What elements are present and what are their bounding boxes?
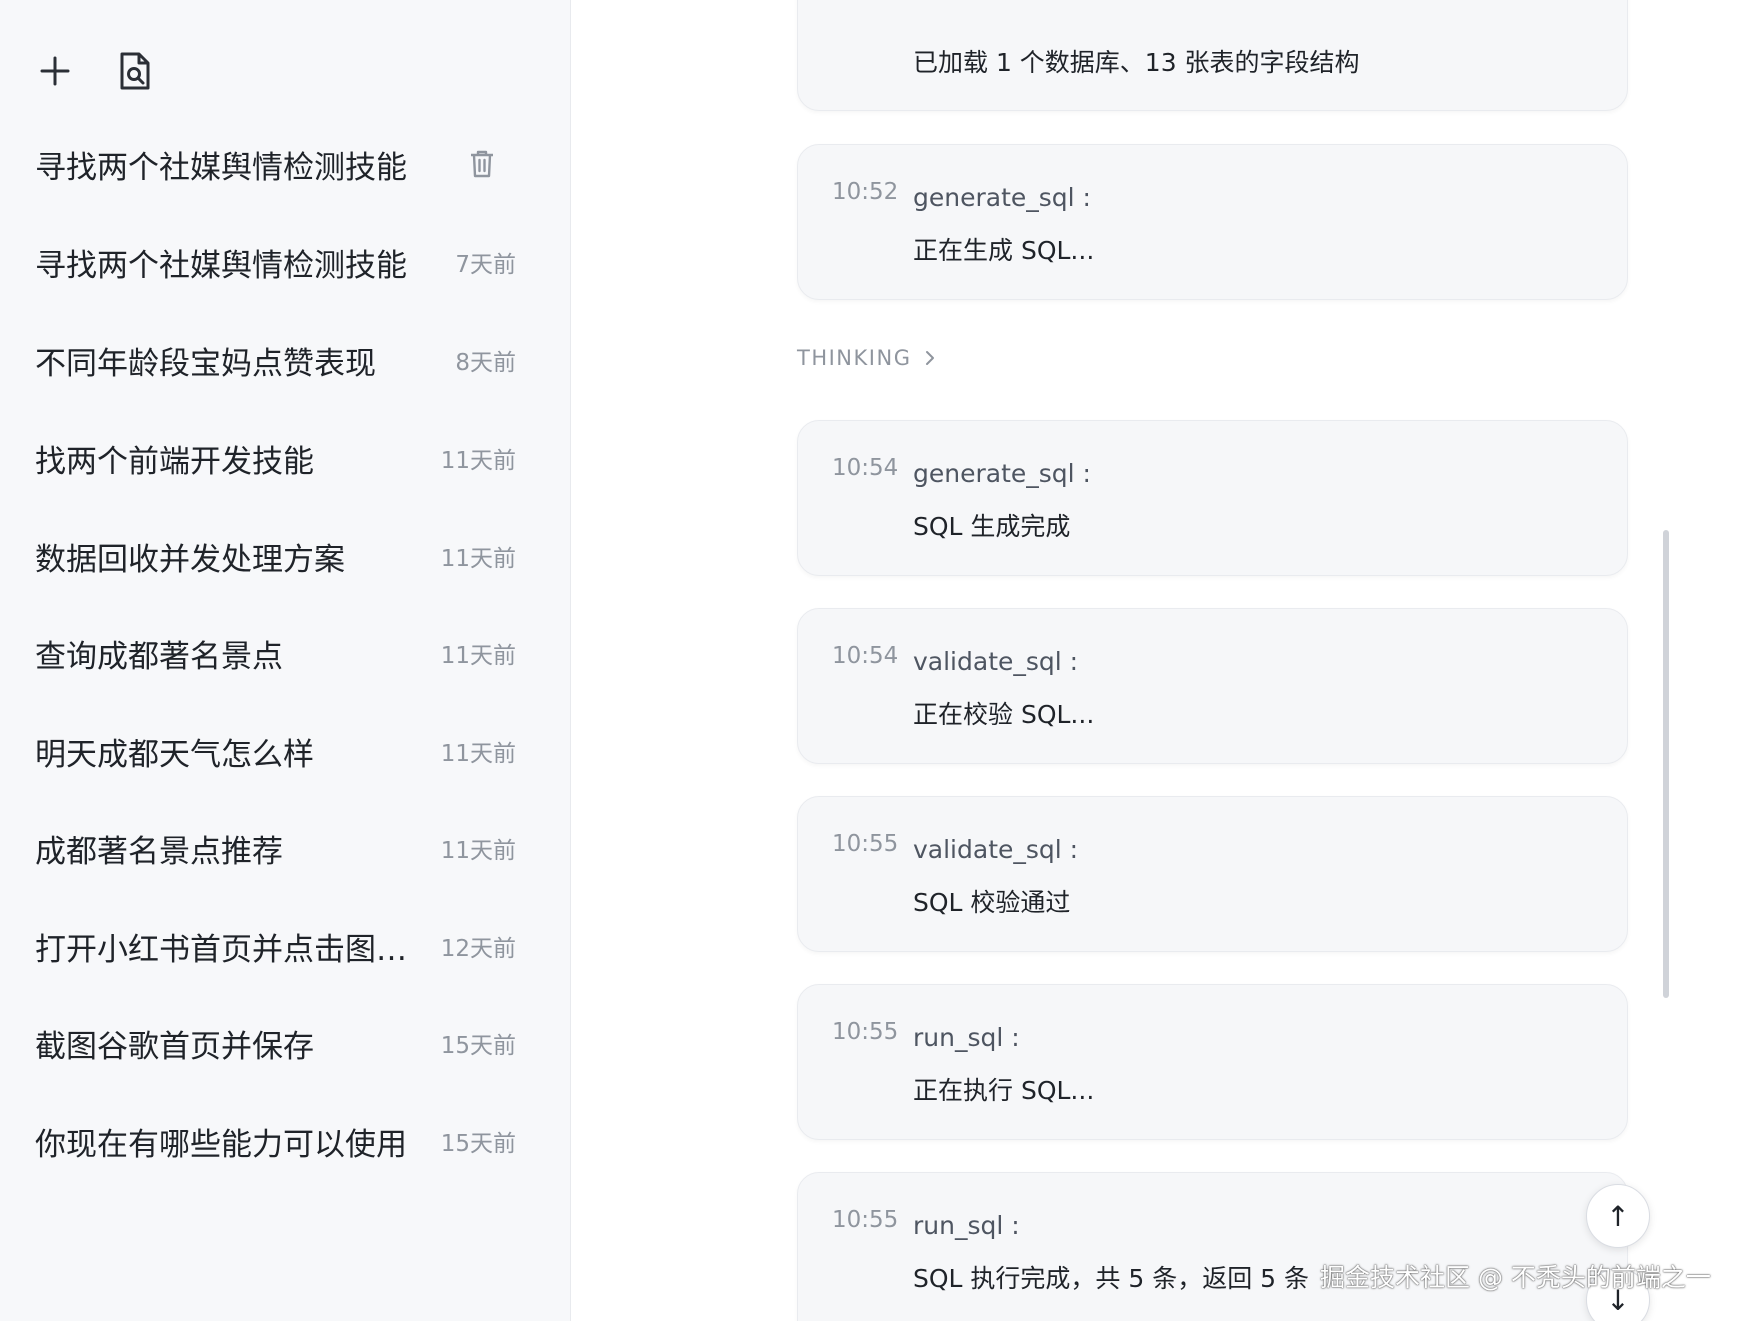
scroll-to-top-button[interactable]: ↑	[1586, 1184, 1650, 1248]
history-item-time: 7天前	[455, 252, 516, 278]
history-item[interactable]: 寻找两个社媒舆情检测技能 7天前	[20, 222, 520, 302]
step-card: 10:55 run_sql : 正在执行 SQL...	[797, 984, 1628, 1140]
history-item-title: 数据回收并发处理方案	[35, 541, 345, 578]
step-card: 10:55 run_sql : SQL 执行完成，共 5 条，返回 5 条	[797, 1172, 1628, 1321]
step-card: 10:52 generate_sql : 正在生成 SQL...	[797, 144, 1628, 300]
step-message: 已加载 1 个数据库、13 张表的字段结构	[913, 48, 1360, 77]
step-tool-name: run_sql :	[913, 1023, 1020, 1052]
step-message: 正在执行 SQL...	[913, 1076, 1095, 1105]
thinking-toggle[interactable]: THINKING	[797, 346, 935, 370]
step-time: 10:52	[832, 179, 899, 205]
chevron-right-icon	[926, 351, 935, 365]
history-item[interactable]: 你现在有哪些能力可以使用 15天前	[20, 1101, 520, 1181]
history-item-time: 11天前	[440, 448, 516, 474]
history-item[interactable]: 成都著名景点推荐 11天前	[20, 808, 520, 888]
thinking-label: THINKING	[797, 346, 912, 370]
step-tool-name: validate_sql :	[913, 835, 1079, 864]
history-item[interactable]: 不同年龄段宝妈点赞表现 8天前	[20, 320, 520, 400]
history-item[interactable]: 打开小红书首页并点击图文... 12天前	[20, 906, 520, 986]
history-item-title: 打开小红书首页并点击图文...	[35, 931, 423, 968]
trash-icon	[471, 150, 493, 178]
new-chat-button[interactable]	[28, 44, 82, 98]
step-card: 10:55 validate_sql : SQL 校验通过	[797, 796, 1628, 952]
history-item[interactable]: 查询成都著名景点 11天前	[20, 613, 520, 693]
step-message: 正在校验 SQL...	[913, 700, 1095, 729]
history-item-title: 寻找两个社媒舆情检测技能	[35, 247, 407, 284]
history-item-title: 不同年龄段宝妈点赞表现	[35, 345, 376, 382]
history-item-time: 11天前	[440, 643, 516, 669]
history-item-time: 12天前	[440, 936, 516, 962]
delete-history-button[interactable]	[466, 147, 498, 181]
history-item[interactable]: 寻找两个社媒舆情检测技能	[20, 124, 520, 204]
history-item-time: 15天前	[440, 1033, 516, 1059]
step-time: 10:55	[832, 831, 899, 857]
history-item-time: 11天前	[440, 546, 516, 572]
history-item[interactable]: 明天成都天气怎么样 11天前	[20, 711, 520, 791]
document-search-icon	[120, 52, 150, 90]
step-card: 10:54 validate_sql : 正在校验 SQL...	[797, 608, 1628, 764]
step-tool-name: run_sql :	[913, 1211, 1020, 1240]
step-card: 10:54 generate_sql : SQL 生成完成	[797, 420, 1628, 576]
step-time: 10:55	[832, 1019, 899, 1045]
chat-panel: 已加载 1 个数据库、13 张表的字段结构 10:52 generate_sql…	[571, 0, 1737, 1321]
history-item[interactable]: 数据回收并发处理方案 11天前	[20, 516, 520, 596]
sidebar: 寻找两个社媒舆情检测技能 寻找两个社媒舆情检测技能 7天前 不同年龄段宝妈点赞表…	[0, 0, 571, 1321]
plus-icon	[40, 56, 70, 86]
history-item[interactable]: 找两个前端开发技能 11天前	[20, 418, 520, 498]
step-time: 10:54	[832, 643, 899, 669]
history-item-title: 寻找两个社媒舆情检测技能	[35, 149, 407, 186]
step-tool-name: generate_sql :	[913, 459, 1091, 488]
history-item-title: 明天成都天气怎么样	[35, 736, 314, 773]
search-history-button[interactable]	[108, 44, 162, 98]
history-item-title: 查询成都著名景点	[35, 638, 283, 675]
step-time: 10:54	[832, 455, 899, 481]
step-tool-name: generate_sql :	[913, 183, 1091, 212]
scrollbar-thumb[interactable]	[1663, 530, 1669, 998]
history-item-time: 11天前	[440, 838, 516, 864]
step-message: 正在生成 SQL...	[913, 236, 1095, 265]
step-tool-name: validate_sql :	[913, 647, 1079, 676]
history-item-time: 11天前	[440, 741, 516, 767]
step-message: SQL 执行完成，共 5 条，返回 5 条	[913, 1264, 1310, 1293]
step-time: 10:55	[832, 1207, 899, 1233]
history-item-time: 8天前	[455, 350, 516, 376]
watermark: 掘金技术社区 @ 不秃头的前端之一	[1320, 1263, 1711, 1292]
step-message: SQL 生成完成	[913, 512, 1071, 541]
history-item-title: 成都著名景点推荐	[35, 833, 283, 870]
history-item[interactable]: 截图谷歌首页并保存 15天前	[20, 1003, 520, 1083]
history-item-time: 15天前	[440, 1131, 516, 1157]
step-card-load-schema: 已加载 1 个数据库、13 张表的字段结构	[797, 0, 1628, 111]
history-item-title: 你现在有哪些能力可以使用	[35, 1126, 407, 1163]
step-message: SQL 校验通过	[913, 888, 1071, 917]
arrow-up-icon: ↑	[1606, 1199, 1630, 1233]
history-item-title: 找两个前端开发技能	[35, 443, 314, 480]
history-item-title: 截图谷歌首页并保存	[35, 1028, 314, 1065]
